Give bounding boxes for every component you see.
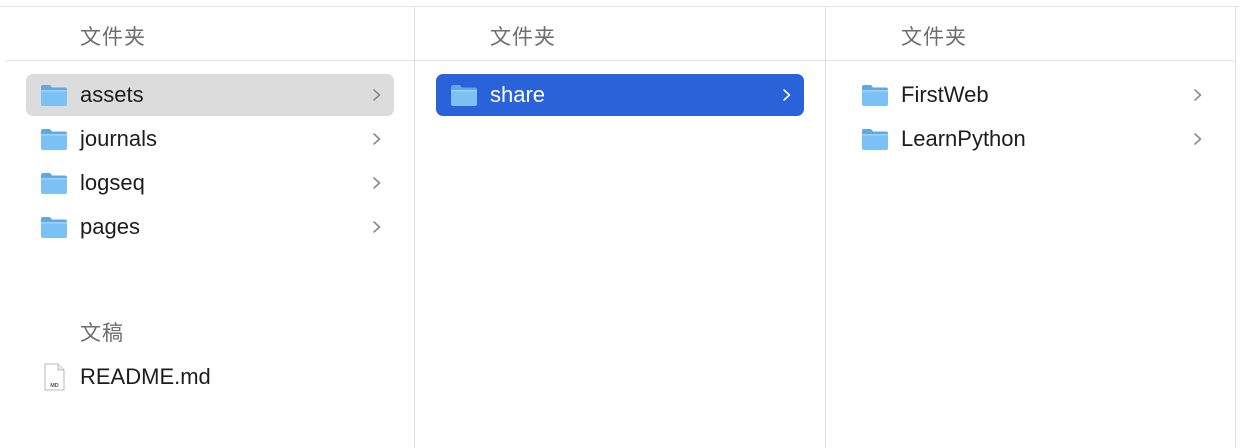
column-3-header: 文件夹 [826, 7, 1235, 61]
file-row-readme[interactable]: MD README.md [26, 356, 394, 398]
folder-icon [41, 85, 67, 106]
folder-row-learnpython[interactable]: LearnPython [847, 118, 1215, 160]
folder-name: assets [80, 82, 144, 107]
folder-row-assets[interactable]: assets [26, 74, 394, 116]
file-name: README.md [80, 364, 211, 389]
column-3: 文件夹 FirstWeb LearnPython [826, 7, 1235, 448]
finder-column-browser: 文件夹 assets journals logseq pages 文稿 MD R… [0, 0, 1240, 448]
chevron-right-icon [783, 89, 791, 101]
chevron-right-icon [373, 221, 381, 233]
folder-icon [41, 129, 67, 150]
folder-icon [41, 217, 67, 238]
column-divider[interactable] [1235, 7, 1236, 448]
column-1-header-label: 文件夹 [80, 26, 146, 49]
chevron-right-icon [1194, 89, 1202, 101]
folder-name: pages [80, 214, 140, 239]
column-2-header: 文件夹 [415, 7, 825, 61]
column-1-header: 文件夹 [5, 7, 414, 61]
folder-row-pages[interactable]: pages [26, 206, 394, 248]
chevron-right-icon [373, 133, 381, 145]
folder-icon [862, 129, 888, 150]
column-2-header-label: 文件夹 [490, 26, 556, 49]
folder-row-journals[interactable]: journals [26, 118, 394, 160]
folder-name: share [490, 82, 546, 107]
folder-row-share[interactable]: share [436, 74, 804, 116]
folder-row-logseq[interactable]: logseq [26, 162, 394, 204]
folder-name: journals [80, 126, 158, 151]
folder-name: logseq [80, 170, 145, 195]
column-2: 文件夹 share [415, 7, 825, 448]
folder-icon [41, 173, 67, 194]
markdown-file-icon: MD [44, 363, 65, 391]
chevron-right-icon [1194, 133, 1202, 145]
column-3-header-label: 文件夹 [901, 26, 967, 49]
folder-icon [862, 85, 888, 106]
folder-name: LearnPython [901, 126, 1026, 151]
file-badge: MD [50, 383, 59, 389]
documents-section-label: 文稿 [80, 322, 124, 345]
folder-icon [451, 85, 477, 106]
chevron-right-icon [373, 89, 381, 101]
chevron-right-icon [373, 177, 381, 189]
column-1: 文件夹 assets journals logseq pages 文稿 MD R… [5, 7, 414, 448]
folder-name: FirstWeb [901, 82, 989, 107]
folder-row-firstweb[interactable]: FirstWeb [847, 74, 1215, 116]
